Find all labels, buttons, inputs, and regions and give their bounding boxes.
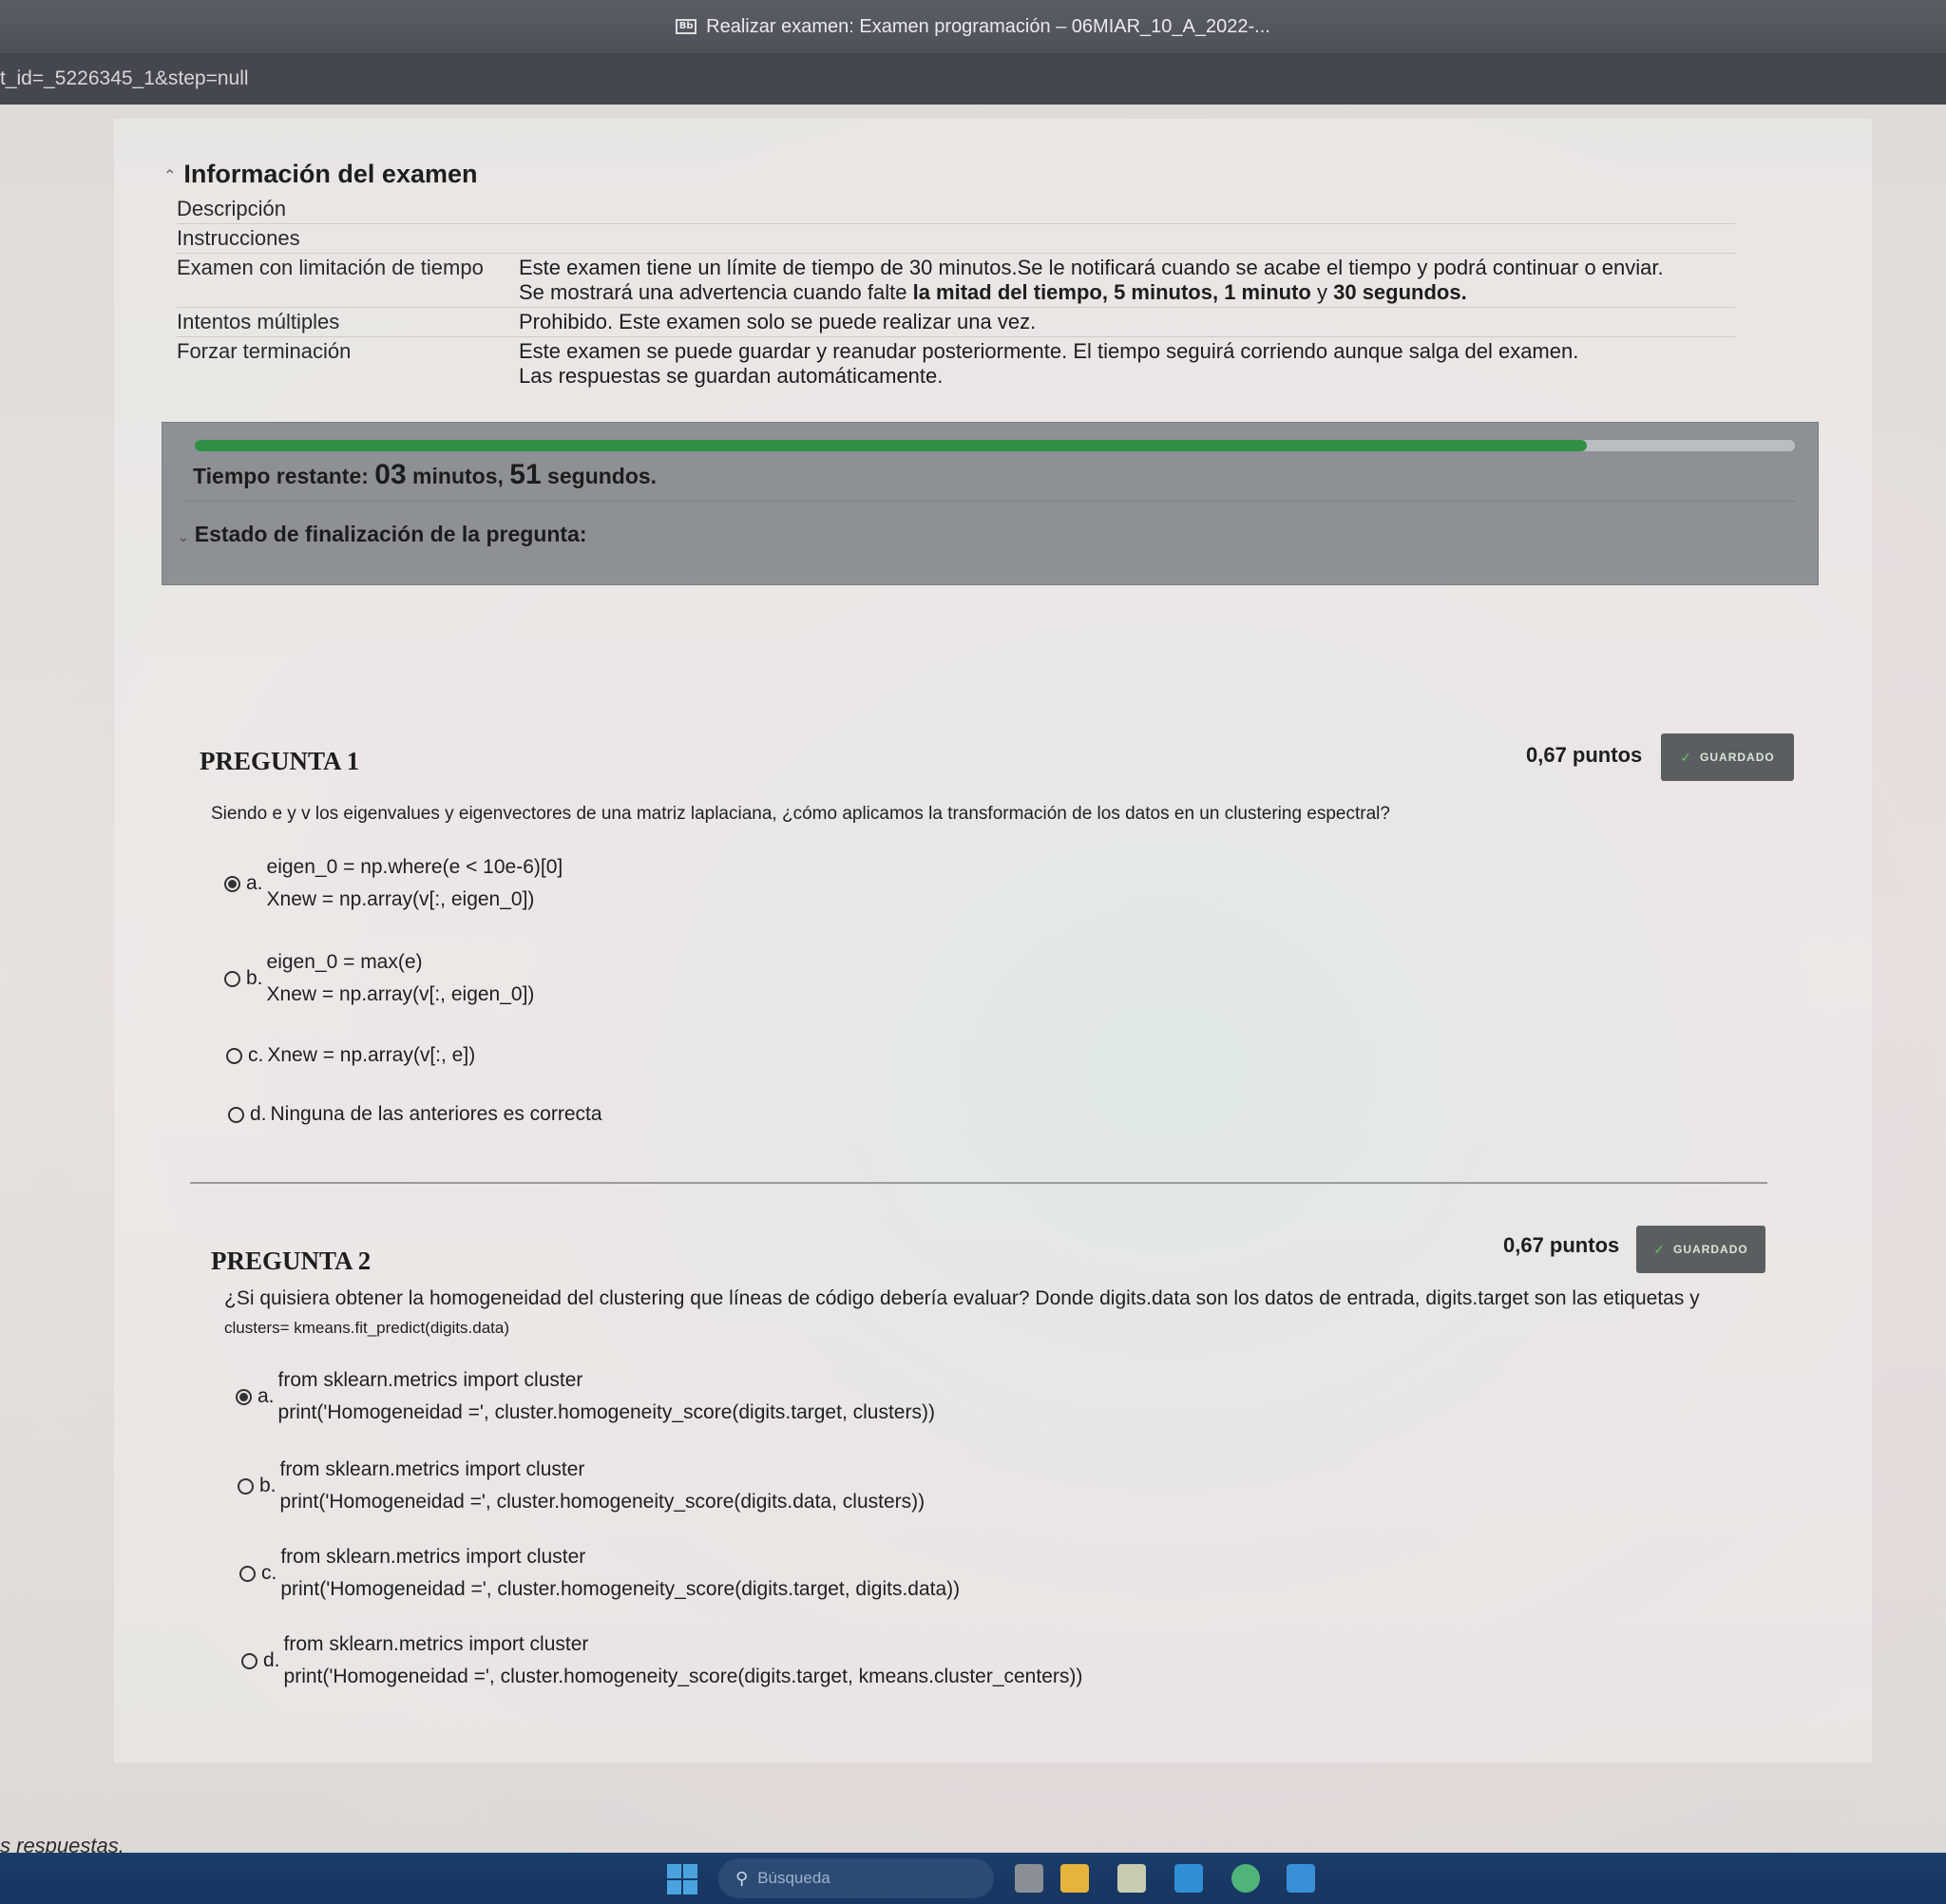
chrome-browser-icon[interactable] [1231,1864,1260,1893]
info-row-force-completion: Forzar terminación Este examen se puede … [177,337,1735,390]
time-progress-bar [195,440,1795,451]
file-explorer-icon[interactable] [1060,1864,1089,1893]
info-row-description: Descripción [177,195,1735,224]
exam-info-heading[interactable]: ⌃ Información del examen [163,160,478,189]
question-1-option-d[interactable]: d. Ninguna de las anteriores es correcta [228,1098,602,1131]
vscode-icon[interactable] [1287,1864,1315,1893]
question-2-text: ¿Si quisiera obtener la homogeneidad del… [224,1287,1700,1337]
window-titlebar: Bb Realizar examen: Examen programación … [0,0,1946,53]
info-row-multiple-attempts: Intentos múltiples Prohibido. Este exame… [177,308,1735,337]
info-value-line: Este examen se puede guardar y reanudar … [519,339,1579,363]
question-1-points: 0,67 puntos [1526,743,1643,767]
edge-browser-icon[interactable] [1174,1864,1203,1893]
question-2-saved-badge: ✓ GUARDADO [1636,1226,1765,1273]
question-1-option-b[interactable]: b. eigen_0 = max(e) Xnew = np.array(v[:, … [224,946,534,1011]
info-value: Este examen se puede guardar y reanudar … [519,337,1735,390]
question-1-saved-badge: ✓ GUARDADO [1661,733,1794,781]
radio-unselected[interactable] [241,1652,258,1669]
exam-info-table: Descripción Instrucciones Examen con lim… [177,195,1735,390]
time-remaining: Tiempo restante: 03 minutos, 51 segundos… [193,459,658,490]
windows-start-icon[interactable] [667,1864,697,1894]
question-status-toggle[interactable]: ⌄ Estado de finalización de la pregunta: [178,522,587,547]
expand-caret-icon[interactable]: ⌄ [178,529,189,544]
search-icon: ⚲ [735,1868,749,1888]
question-2-option-b[interactable]: b. from sklearn.metrics import cluster pr… [238,1454,925,1518]
info-value [519,195,1735,223]
check-icon: ✓ [1680,749,1693,765]
info-key: Intentos múltiples [177,310,340,333]
question-1-option-a[interactable]: a. eigen_0 = np.where(e < 10e-6)[0] Xnew … [224,851,563,916]
radio-selected[interactable] [224,875,240,892]
store-icon[interactable] [1117,1864,1146,1893]
info-value-line: Las respuestas se guardan automáticament… [519,364,944,388]
info-value-line: Este examen tiene un límite de tiempo de… [519,256,1664,279]
time-progress-fill [195,440,1588,451]
info-key: Forzar terminación [177,339,352,363]
radio-unselected[interactable] [228,1106,244,1123]
info-value: Este examen tiene un límite de tiempo de… [519,254,1735,307]
info-key: Instrucciones [177,226,300,250]
url-text[interactable]: t_id=_5226345_1&step=null [0,67,249,90]
taskbar-search[interactable]: ⚲ Búsqueda [718,1858,994,1898]
info-value: Prohibido. Este examen solo se puede rea… [519,310,1037,333]
info-row-instructions: Instrucciones [177,224,1735,254]
radio-unselected[interactable] [226,1047,242,1064]
info-key: Examen con limitación de tiempo [177,256,484,279]
timer-panel: Tiempo restante: 03 minutos, 51 segundos… [162,422,1819,585]
question-2-option-c[interactable]: c. from sklearn.metrics import cluster pr… [239,1541,960,1606]
info-key: Descripción [177,197,286,220]
question-2-option-d[interactable]: d. from sklearn.metrics import cluster pr… [241,1628,1082,1693]
question-2-title: PREGUNTA 2 [211,1247,372,1275]
info-value [519,224,1735,253]
blackboard-favicon-icon: Bb [676,19,697,34]
collapse-caret-icon[interactable]: ⌃ [163,168,176,184]
question-1-title: PREGUNTA 1 [200,747,360,775]
window-title: Realizar examen: Examen programación – 0… [706,15,1270,37]
taskbar-search-placeholder[interactable]: Búsqueda [757,1869,830,1888]
radio-selected[interactable] [236,1388,252,1405]
question-1-option-c[interactable]: c. Xnew = np.array(v[:, e]) [226,1039,475,1072]
radio-unselected[interactable] [224,970,240,987]
check-icon: ✓ [1653,1241,1667,1257]
question-1-text: Siendo e y v los eigenvalues y eigenvect… [211,804,1390,824]
panel-divider [181,501,1797,502]
radio-unselected[interactable] [239,1565,256,1582]
os-taskbar: ⚲ Búsqueda [0,1853,1946,1904]
question-2-option-a[interactable]: a. from sklearn.metrics import cluster pr… [236,1364,935,1429]
address-bar[interactable]: t_id=_5226345_1&step=null [0,53,1946,105]
radio-unselected[interactable] [238,1477,254,1495]
info-row-time-limit: Examen con limitación de tiempo Este exa… [177,254,1735,308]
info-value-line: Se mostrará una advertencia cuando falte… [519,280,1467,304]
question-separator [190,1182,1767,1184]
task-view-icon[interactable] [1015,1864,1043,1893]
question-2-points: 0,67 puntos [1503,1233,1620,1257]
